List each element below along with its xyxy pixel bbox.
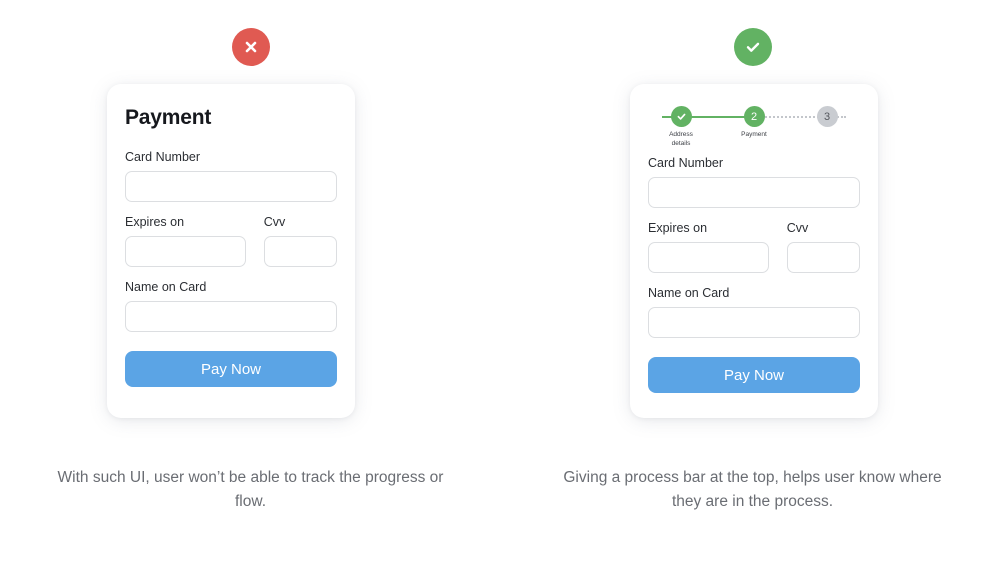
progress-step-payment[interactable]: 2 Payment: [721, 106, 787, 149]
card-number-input[interactable]: [648, 177, 860, 208]
name-on-card-input[interactable]: [125, 301, 337, 332]
card-number-label: Card Number: [648, 156, 724, 170]
example-caption: Giving a process bar at the top, helps u…: [563, 469, 942, 511]
step-marker-current: 2: [743, 106, 765, 127]
pay-now-button[interactable]: Pay Now: [125, 351, 337, 387]
card-number-field-group: Card Number: [648, 156, 860, 208]
card-number-label: Card Number: [125, 150, 201, 164]
comparison-stage: Payment Card Number Expires on Cvv Name …: [0, 0, 1003, 577]
step-marker-upcoming: 3: [816, 106, 838, 127]
expires-field-group: Expires on: [648, 221, 769, 273]
card-number-field-group: Card Number: [125, 150, 337, 202]
name-on-card-label: Name on Card: [648, 286, 730, 300]
progress-step-three[interactable]: 3: [794, 106, 860, 149]
example-good: Address details 2 Payment 3 Card Number: [502, 0, 1003, 577]
step-label: Address details: [669, 131, 693, 147]
expiry-cvv-row: Expires on Cvv: [125, 215, 337, 267]
cvv-field-group: Cvv: [786, 221, 860, 273]
cvv-label: Cvv: [786, 221, 809, 235]
progress-step-address-details[interactable]: Address details: [648, 106, 714, 149]
checkout-progress-bar: Address details 2 Payment 3: [648, 106, 860, 152]
cvv-label: Cvv: [263, 215, 286, 229]
progress-steps: Address details 2 Payment 3: [648, 106, 860, 149]
expires-input[interactable]: [125, 236, 246, 267]
name-on-card-input[interactable]: [648, 307, 860, 338]
name-on-card-label: Name on Card: [125, 280, 207, 294]
payment-card-without-progress: Payment Card Number Expires on Cvv Name …: [107, 84, 355, 418]
step-label: Payment: [741, 131, 767, 138]
name-on-card-field-group: Name on Card: [648, 286, 860, 338]
cvv-input[interactable]: [263, 236, 337, 267]
step-marker-done: [670, 106, 692, 127]
expires-input[interactable]: [648, 242, 769, 273]
example-bad: Payment Card Number Expires on Cvv Name …: [0, 0, 501, 577]
card-number-input[interactable]: [125, 171, 337, 202]
check-icon: [733, 28, 772, 66]
expires-label: Expires on: [125, 215, 185, 229]
pay-now-button[interactable]: Pay Now: [648, 357, 860, 393]
expiry-cvv-row: Expires on Cvv: [648, 221, 860, 273]
example-caption: With such UI, user won’t be able to trac…: [57, 469, 444, 511]
cvv-input[interactable]: [786, 242, 860, 273]
expires-label: Expires on: [648, 221, 708, 235]
close-icon: [231, 28, 270, 66]
expires-field-group: Expires on: [125, 215, 246, 267]
cvv-field-group: Cvv: [263, 215, 337, 267]
payment-card-with-progress: Address details 2 Payment 3 Card Number: [630, 84, 878, 418]
page-title: Payment: [125, 106, 212, 129]
name-on-card-field-group: Name on Card: [125, 280, 337, 332]
